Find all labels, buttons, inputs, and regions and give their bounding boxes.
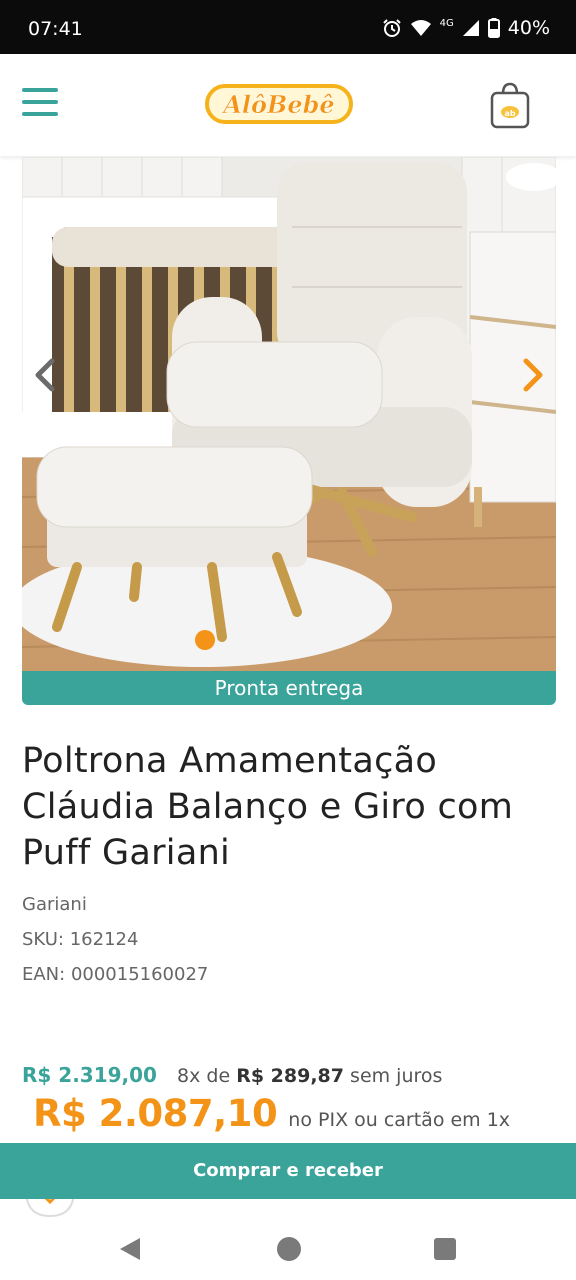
pix-price: R$ 2.087,10 [33,1092,278,1135]
installments-suffix: sem juros [350,1065,443,1087]
chevron-left-icon[interactable] [30,355,60,395]
pix-note: no PIX ou cartão em 1x [288,1109,511,1131]
buy-button[interactable]: Comprar e receber [0,1143,576,1199]
product-sku: SKU: 162124 [22,929,139,950]
shopping-bag-icon[interactable]: ab [488,80,532,130]
product-image-carousel[interactable] [22,157,556,671]
back-icon[interactable] [118,1236,142,1262]
pix-price-row: R$ 2.087,10 no PIX ou cartão em 1x [33,1092,510,1135]
status-time: 07:41 [28,18,83,40]
product-photo-armchair [22,157,556,671]
alobebe-logo[interactable]: AlôBebê [205,80,353,128]
product-ean: EAN: 000015160027 [22,964,209,985]
status-icons: 4G 40% [382,17,550,39]
site-header: AlôBebê ab [0,54,576,156]
installments-info: 8x de R$ 289,87 sem juros [177,1065,442,1087]
wifi-icon [410,20,431,36]
price-row: R$ 2.319,00 8x de R$ 289,87 sem juros [22,1063,442,1087]
network-label: 4G [439,17,454,29]
hamburger-menu-icon[interactable] [22,88,58,118]
status-bar: 07:41 4G 40% [0,0,576,54]
installment-value: R$ 289,87 [236,1065,344,1087]
ready-delivery-banner: Pronta entrega [22,671,556,705]
battery-icon [487,18,500,38]
svg-text:ab: ab [504,109,515,118]
recent-apps-icon[interactable] [434,1238,456,1260]
product-brand[interactable]: Gariani [22,894,87,915]
battery-percent: 40% [507,17,550,39]
signal-icon [462,20,479,36]
installments-prefix: 8x de [177,1065,231,1087]
list-price: R$ 2.319,00 [22,1063,157,1087]
chevron-right-icon[interactable] [518,355,548,395]
carousel-dot-active[interactable] [195,630,215,650]
svg-text:AlôBebê: AlôBebê [221,90,334,119]
home-icon[interactable] [277,1237,301,1261]
product-title: Poltrona Amamentação Cláudia Balanço e G… [22,741,514,873]
system-navigation-bar [0,1218,576,1280]
alarm-icon [382,19,401,37]
